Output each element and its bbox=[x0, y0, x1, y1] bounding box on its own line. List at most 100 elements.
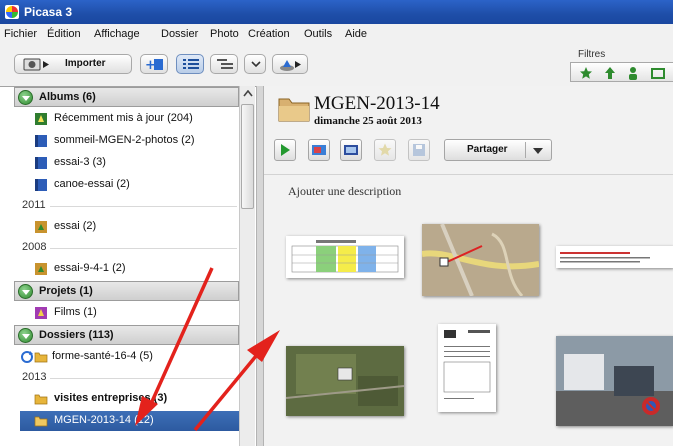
share-button[interactable]: Partager bbox=[444, 139, 552, 161]
folder-item[interactable]: visites entreprises (3) bbox=[34, 389, 239, 409]
scroll-up-arrow-icon[interactable] bbox=[243, 90, 253, 97]
menu-photo[interactable]: Photo bbox=[210, 28, 239, 40]
slideshow-button[interactable] bbox=[274, 139, 296, 161]
album-item[interactable]: sommeil-MGEN-2-photos (2) bbox=[34, 131, 239, 151]
view-options-dropdown[interactable] bbox=[244, 54, 266, 74]
album-icon bbox=[35, 157, 47, 169]
filters-label: Filtres bbox=[578, 49, 606, 60]
projects-section-header[interactable]: Projets (1) bbox=[14, 281, 239, 301]
list-view-button[interactable] bbox=[176, 54, 204, 74]
folder-title: MGEN-2013-14 bbox=[314, 93, 440, 114]
play-icon bbox=[281, 144, 290, 156]
share-divider bbox=[525, 142, 526, 158]
year-label: 2011 bbox=[22, 199, 50, 211]
album-item[interactable]: essai-3 (3) bbox=[34, 153, 239, 173]
albums-header-label: Albums (6) bbox=[39, 91, 96, 103]
photo-thumbnail[interactable] bbox=[422, 224, 539, 296]
upload-web-icon bbox=[280, 60, 301, 71]
map-thumbnail-image bbox=[422, 224, 539, 296]
year-label: 2013 bbox=[22, 371, 51, 383]
window-title: Picasa 3 bbox=[24, 5, 73, 19]
invoice-thumbnail-image bbox=[438, 324, 496, 412]
camera-import-icon bbox=[23, 58, 49, 71]
album-label: canoe-essai (2) bbox=[54, 178, 130, 190]
folder-icon bbox=[34, 394, 48, 405]
album-icon bbox=[35, 179, 47, 191]
projects-header-label: Projets (1) bbox=[39, 285, 93, 297]
import-button[interactable]: Importer bbox=[14, 54, 132, 74]
people-filter-icon[interactable] bbox=[626, 66, 640, 80]
upload-filter-icon[interactable] bbox=[603, 66, 617, 80]
album-item[interactable]: essai (2) bbox=[34, 217, 239, 237]
share-label: Partager bbox=[467, 144, 508, 155]
albums-section-header[interactable]: Albums (6) bbox=[14, 87, 239, 107]
photo-thumbnail[interactable] bbox=[286, 346, 404, 416]
menu-file[interactable]: Fichier bbox=[4, 28, 37, 40]
add-to-album-button[interactable]: + bbox=[140, 54, 168, 74]
menu-view[interactable]: Affichage bbox=[94, 28, 140, 40]
year-separator: 2013 bbox=[22, 369, 237, 387]
aerial-thumbnail-image bbox=[286, 346, 404, 416]
folder-icon bbox=[278, 98, 310, 122]
list-view-icon bbox=[183, 59, 199, 69]
floppy-disk-icon bbox=[413, 144, 425, 156]
menu-edit[interactable]: Édition bbox=[47, 28, 81, 40]
album-icon bbox=[35, 135, 47, 147]
project-item-films[interactable]: Films (1) bbox=[34, 303, 239, 323]
main-toolbar: Importer + Filtres bbox=[0, 44, 673, 86]
scroll-thumb[interactable] bbox=[241, 104, 254, 209]
star-button[interactable] bbox=[374, 139, 396, 161]
folder-label: visites entreprises (3) bbox=[54, 392, 168, 404]
menu-help[interactable]: Aide bbox=[345, 28, 367, 40]
panel-splitter[interactable] bbox=[256, 86, 264, 446]
menu-create[interactable]: Création bbox=[248, 28, 290, 40]
collapse-toggle-icon[interactable] bbox=[18, 90, 33, 105]
title-bar: Picasa 3 bbox=[0, 0, 673, 24]
photo-thumbnail[interactable] bbox=[556, 336, 673, 426]
folder-item-selected[interactable]: MGEN-2013-14 (12) bbox=[20, 411, 239, 431]
menu-tools[interactable]: Outils bbox=[304, 28, 332, 40]
collapse-toggle-icon[interactable] bbox=[18, 328, 33, 343]
tree-view-button[interactable] bbox=[210, 54, 238, 74]
photo-thumbnail[interactable] bbox=[286, 236, 404, 278]
save-button[interactable] bbox=[408, 139, 430, 161]
year-separator: 2011 bbox=[22, 197, 237, 215]
star-filter-icon[interactable] bbox=[579, 66, 593, 80]
photo-thumbnail[interactable] bbox=[438, 324, 496, 412]
album-label: essai-9-4-1 (2) bbox=[54, 262, 126, 274]
add-to-album-button[interactable] bbox=[308, 139, 330, 161]
album-item-recent[interactable]: Récemment mis à jour (204) bbox=[34, 109, 239, 129]
street-photo-thumbnail-image bbox=[556, 336, 673, 426]
library-sidebar: Albums (6) Récemment mis à jour (204) so… bbox=[0, 86, 256, 446]
album-label: Récemment mis à jour (204) bbox=[54, 112, 193, 124]
folder-item[interactable]: forme-santé-16-4 (5) bbox=[20, 347, 239, 367]
sidebar-scrollbar[interactable] bbox=[239, 86, 255, 446]
import-label: Importer bbox=[65, 58, 106, 69]
folders-header-label: Dossiers (113) bbox=[39, 329, 114, 341]
header-divider bbox=[264, 174, 673, 175]
synced-folder-icon bbox=[34, 352, 48, 363]
picasa-logo-icon bbox=[5, 5, 19, 19]
album-icon bbox=[35, 263, 47, 275]
photo-thumbnail[interactable] bbox=[556, 246, 673, 268]
album-label: sommeil-MGEN-2-photos (2) bbox=[54, 134, 195, 146]
chevron-down-icon bbox=[251, 61, 261, 68]
video-filter-icon[interactable] bbox=[651, 66, 665, 80]
album-icon bbox=[35, 221, 47, 233]
document-thumbnail-image bbox=[556, 246, 673, 268]
folder-label: MGEN-2013-14 (12) bbox=[54, 414, 154, 426]
folder-date: dimanche 25 août 2013 bbox=[314, 115, 422, 127]
sync-icon bbox=[21, 351, 33, 363]
menu-folder[interactable]: Dossier bbox=[161, 28, 198, 40]
recent-album-icon bbox=[35, 113, 47, 125]
album-item[interactable]: canoe-essai (2) bbox=[34, 175, 239, 195]
album-item[interactable]: essai-9-4-1 (2) bbox=[34, 259, 239, 279]
folder-icon bbox=[34, 416, 48, 427]
photo-add-icon bbox=[312, 145, 326, 155]
add-description-link[interactable]: Ajouter une description bbox=[288, 184, 401, 199]
chevron-down-icon[interactable] bbox=[533, 148, 543, 154]
folders-section-header[interactable]: Dossiers (113) bbox=[14, 325, 239, 345]
upload-sync-button[interactable] bbox=[272, 54, 308, 74]
collapse-toggle-icon[interactable] bbox=[18, 284, 33, 299]
collage-button[interactable] bbox=[340, 139, 362, 161]
